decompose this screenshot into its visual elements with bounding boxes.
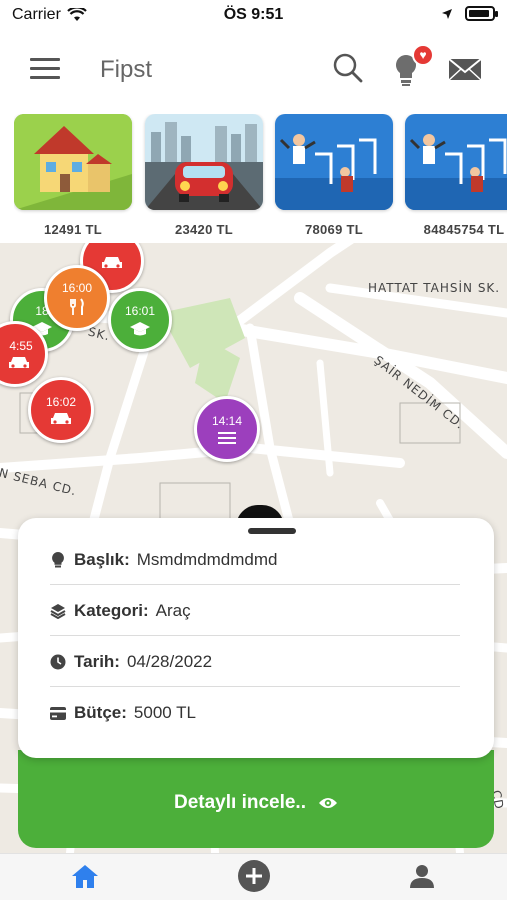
battery-level	[469, 10, 489, 17]
location-arrow-icon	[442, 8, 452, 19]
detail-card: Başlık: Msmdmdmdmdmd Kategori: Araç Tari…	[18, 518, 494, 758]
detail-date-row: Tarih: 04/28/2022	[50, 637, 460, 687]
thumbnail-price: 84845754 TL	[423, 222, 505, 237]
map-marker[interactable]: 16:02	[28, 377, 94, 443]
map-marker[interactable]: 16:01	[108, 288, 172, 352]
tab-profile[interactable]	[404, 858, 440, 894]
search-icon[interactable]	[332, 52, 368, 88]
lightbulb-icon	[50, 551, 66, 568]
drag-handle[interactable]	[248, 528, 296, 534]
app-title: Fipst	[100, 56, 153, 83]
category-thumbnails: 12491 TL 23420 TL 78069 TL 84845754 TL	[14, 114, 507, 244]
category-value: Araç	[155, 600, 191, 620]
thumbnail-price: 78069 TL	[304, 222, 364, 237]
thumbnail-card[interactable]: 84845754 TL	[405, 114, 507, 237]
status-right	[441, 6, 498, 21]
thumbnail-card[interactable]: 78069 TL	[275, 114, 393, 237]
profile-icon	[410, 865, 434, 888]
thumbnail-card[interactable]: 12491 TL	[14, 114, 132, 237]
car-icon	[102, 256, 122, 268]
eye-icon	[319, 798, 337, 808]
hurdle-race-illustration	[275, 114, 393, 210]
map-marker[interactable]: 14:14	[194, 396, 260, 462]
detail-budget-row: Bütçe: 5000 TL	[50, 688, 460, 738]
thumbnail-card[interactable]: 23420 TL	[145, 114, 263, 237]
notification-badge: ♥	[412, 44, 434, 66]
date-value: 04/28/2022	[126, 651, 213, 671]
status-bar: Carrier ÖS 9:51	[0, 0, 507, 32]
home-icon	[72, 865, 98, 888]
menu-icon[interactable]	[30, 58, 60, 80]
detail-title-row: Başlık: Msmdmdmdmdmd	[50, 535, 460, 585]
credit-card-icon	[50, 705, 66, 721]
date-label: Tarih:	[74, 651, 120, 671]
mail-icon[interactable]	[447, 52, 485, 88]
view-details-label: Detaylı incele..	[173, 792, 306, 813]
add-circle-icon	[238, 860, 270, 892]
fork-knife-icon	[70, 297, 84, 315]
graduation-cap-icon	[130, 321, 150, 335]
layers-icon	[50, 603, 66, 619]
car-icon	[51, 412, 71, 424]
car-illustration	[145, 114, 263, 210]
status-time: ÖS 9:51	[223, 6, 284, 23]
clock-icon	[50, 654, 66, 670]
house-illustration	[14, 114, 132, 210]
budget-value: 5000 TL	[133, 703, 196, 722]
lightbulb-icon[interactable]: ♥	[390, 44, 434, 88]
list-icon	[218, 431, 236, 444]
view-details-button[interactable]: Detaylı incele..	[18, 750, 494, 848]
thumbnail-price: 12491 TL	[43, 222, 103, 237]
hurdle-race-illustration	[405, 114, 507, 210]
battery-icon	[465, 6, 498, 21]
map-marker[interactable]: 16:00	[44, 265, 110, 331]
budget-label: Bütçe:	[74, 703, 127, 722]
detail-category-row: Kategori: Araç	[50, 586, 460, 636]
title-label: Başlık:	[74, 549, 130, 569]
thumbnail-price: 23420 TL	[174, 222, 234, 237]
street-label: HATTAT TAHSİN SK.	[368, 281, 501, 295]
tab-bar	[0, 853, 507, 900]
tab-add[interactable]	[236, 858, 272, 894]
app-header: Fipst ♥	[0, 40, 507, 100]
category-label: Kategori:	[74, 600, 149, 620]
car-icon	[9, 356, 29, 368]
title-value: Msmdmdmdmdmd	[136, 549, 278, 569]
tab-home[interactable]	[67, 858, 103, 894]
